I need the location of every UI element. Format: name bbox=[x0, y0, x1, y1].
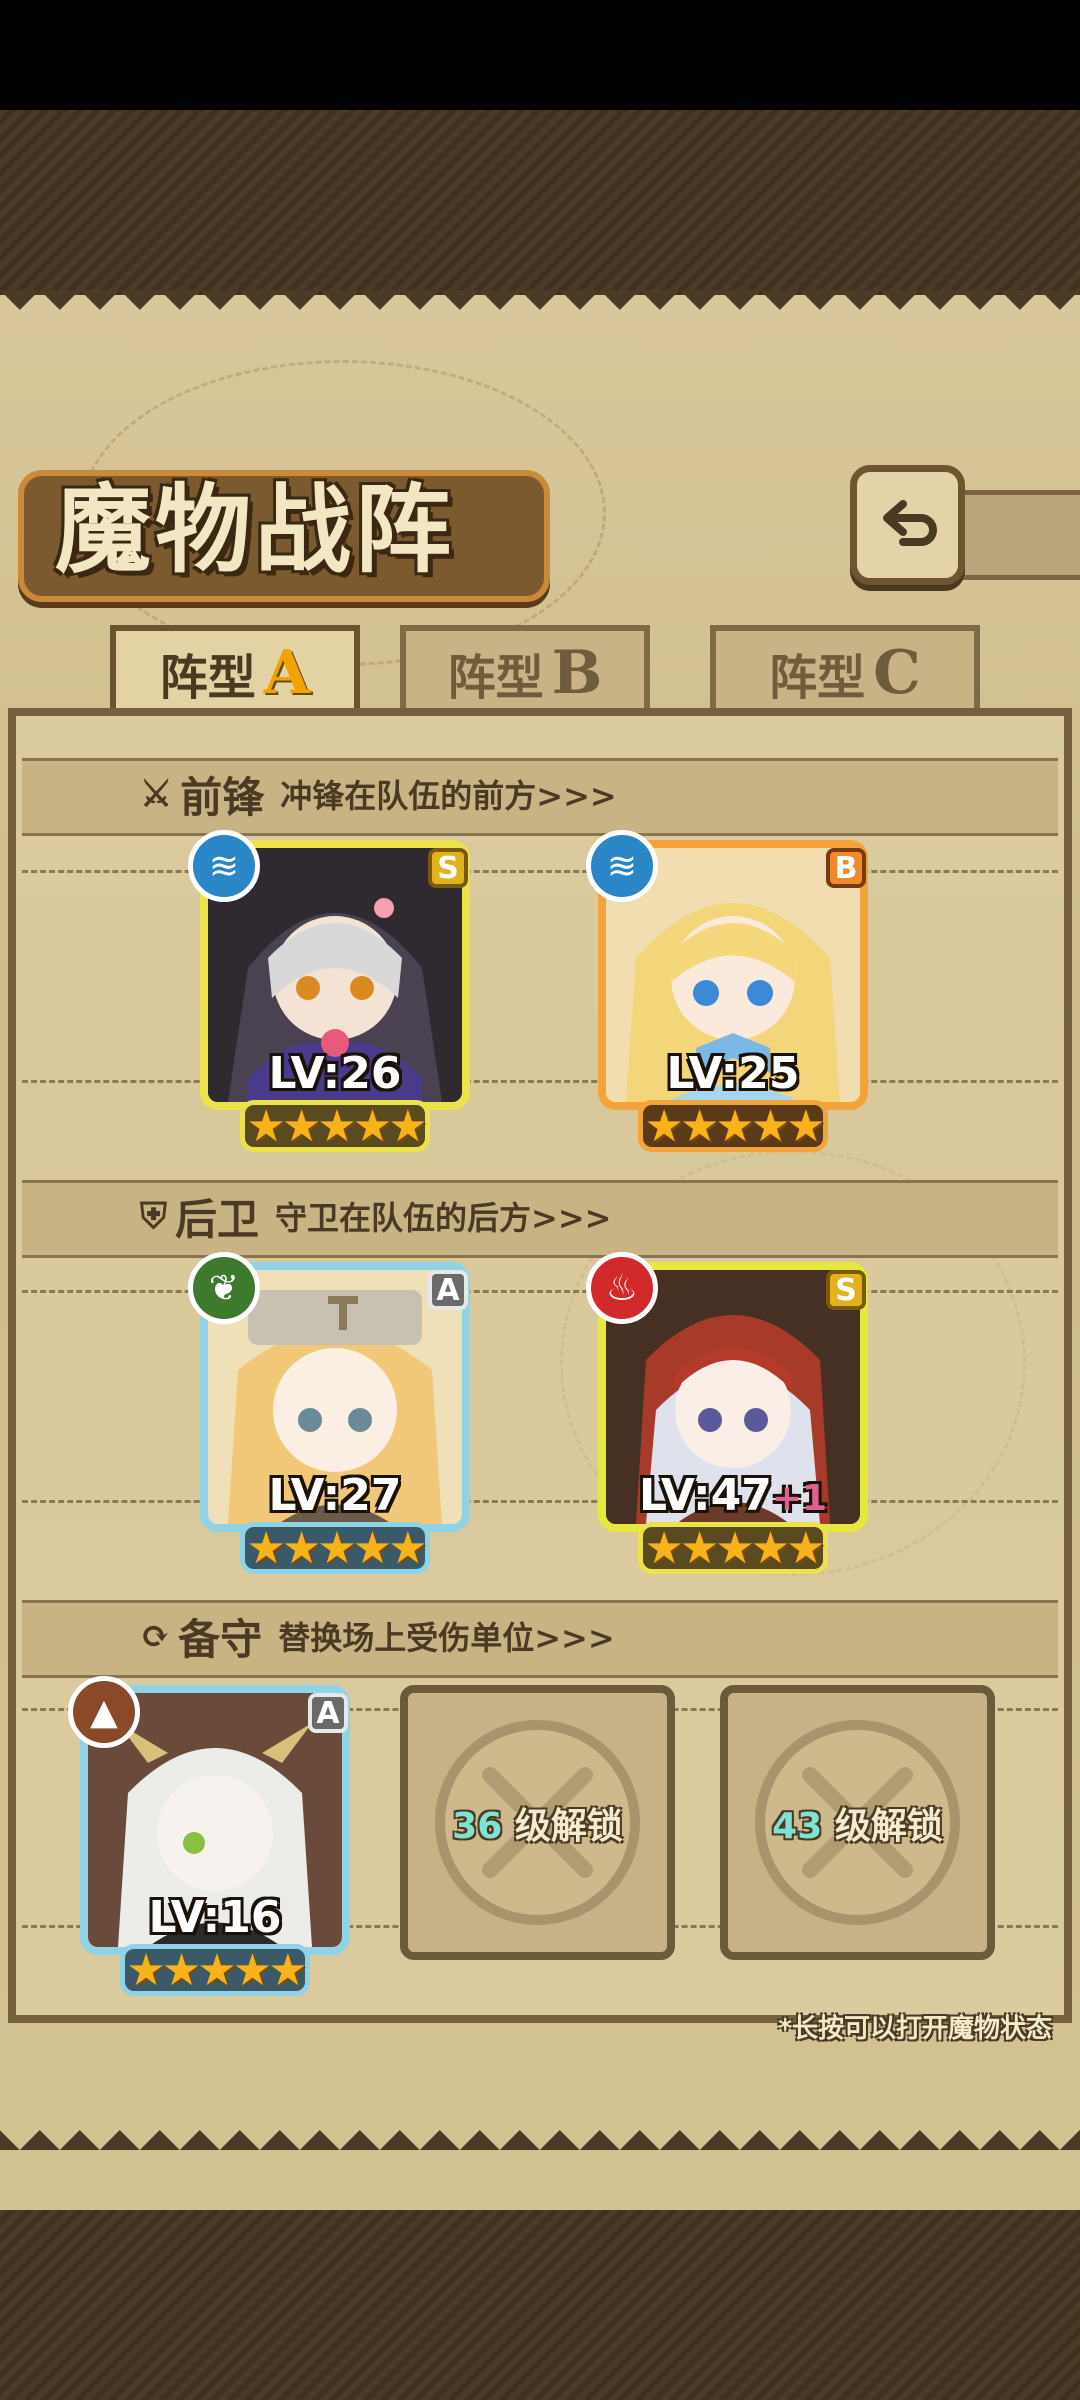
star-rating: ★★★★★ bbox=[240, 1522, 430, 1574]
star-rating: ★★★★★ bbox=[120, 1944, 310, 1996]
divider bbox=[22, 870, 1058, 873]
tab-formation-a[interactable]: 阵型 A bbox=[110, 625, 360, 715]
unlock-level: 43 bbox=[772, 1805, 823, 1847]
shield-icon: ⛨ bbox=[140, 1194, 168, 1237]
section-front-desc: 冲锋在队伍的前方>>> bbox=[280, 777, 617, 815]
monster-level: LV:16 bbox=[148, 1892, 282, 1943]
divider bbox=[22, 1290, 1058, 1293]
back-button[interactable] bbox=[850, 465, 965, 585]
fire-element-icon: ♨ bbox=[586, 1252, 658, 1324]
section-reserve-title-row: ⟳ 备守 替换场上受伤单位>>> bbox=[140, 1600, 615, 1672]
status-bar bbox=[0, 0, 1080, 110]
monster-level: LV:47 bbox=[638, 1470, 772, 1521]
tab-label: 阵型 bbox=[769, 650, 866, 706]
tab-label: 阵型 bbox=[447, 650, 544, 706]
earth-element-icon: ▲ bbox=[68, 1676, 140, 1748]
top-map-band bbox=[0, 110, 1080, 300]
tab-label: 阵型 bbox=[159, 650, 256, 706]
unlock-text: 43 级解锁 bbox=[772, 1797, 943, 1849]
unlock-label: 级解锁 bbox=[514, 1805, 623, 1847]
swap-icon: ⟳ bbox=[140, 1615, 171, 1657]
locked-slot-2[interactable]: 43 级解锁 bbox=[720, 1685, 995, 1960]
leaf-element-icon: ❦ bbox=[188, 1252, 260, 1324]
level-bonus: +1 bbox=[771, 1478, 828, 1519]
page-title: 魔物战阵 bbox=[55, 473, 455, 586]
section-rear-title: 后卫 bbox=[175, 1194, 260, 1244]
monster-level-row: LV:47+1 bbox=[598, 1470, 868, 1521]
back-arrow-icon bbox=[882, 500, 937, 546]
back-button-bar bbox=[960, 490, 1080, 580]
tab-letter: B bbox=[551, 638, 603, 708]
water-element-icon: ≋ bbox=[188, 830, 260, 902]
monster-level: LV:27 bbox=[268, 1470, 402, 1521]
bottom-map-band bbox=[0, 2210, 1080, 2400]
lock-circle: 36 级解锁 bbox=[435, 1720, 640, 1925]
sword-icon: ⚔ bbox=[140, 773, 173, 815]
rank-badge: B bbox=[826, 848, 866, 888]
divider bbox=[22, 1080, 1058, 1083]
section-reserve-desc: 替换场上受伤单位>>> bbox=[278, 1619, 615, 1657]
monster-level: LV:25 bbox=[666, 1048, 800, 1099]
rank-badge: A bbox=[428, 1270, 468, 1310]
unlock-text: 36 级解锁 bbox=[452, 1797, 623, 1849]
parchment-top-edge bbox=[0, 290, 1080, 330]
unlock-label: 级解锁 bbox=[834, 1805, 943, 1847]
section-rear-desc: 守卫在队伍的后方>>> bbox=[275, 1199, 612, 1237]
star-rating: ★★★★★ bbox=[240, 1100, 430, 1152]
rank-badge: S bbox=[428, 848, 468, 888]
tab-formation-c[interactable]: 阵型 C bbox=[710, 625, 980, 715]
parchment-bottom-edge bbox=[0, 2110, 1080, 2150]
rank-badge: A bbox=[308, 1693, 348, 1733]
locked-slot-1[interactable]: 36 级解锁 bbox=[400, 1685, 675, 1960]
divider bbox=[22, 1500, 1058, 1503]
section-rear-title-row: ⛨ 后卫 守卫在队伍的后方>>> bbox=[140, 1180, 611, 1252]
water-element-icon: ≋ bbox=[586, 830, 658, 902]
star-rating: ★★★★★ bbox=[638, 1522, 828, 1574]
monster-level: LV:26 bbox=[268, 1048, 402, 1099]
section-front-title-row: ⚔ 前锋 冲锋在队伍的前方>>> bbox=[140, 758, 617, 830]
section-front-title: 前锋 bbox=[180, 772, 265, 822]
tab-letter: C bbox=[873, 638, 921, 708]
section-reserve-title: 备守 bbox=[178, 1614, 263, 1664]
tab-formation-b[interactable]: 阵型 B bbox=[400, 625, 650, 715]
unlock-level: 36 bbox=[452, 1805, 503, 1847]
rank-badge: S bbox=[826, 1270, 866, 1310]
tab-letter: A bbox=[263, 638, 311, 708]
lock-circle: 43 级解锁 bbox=[755, 1720, 960, 1925]
star-rating: ★★★★★ bbox=[638, 1100, 828, 1152]
long-press-hint: *长按可以打开魔物状态 bbox=[778, 2014, 1052, 2044]
